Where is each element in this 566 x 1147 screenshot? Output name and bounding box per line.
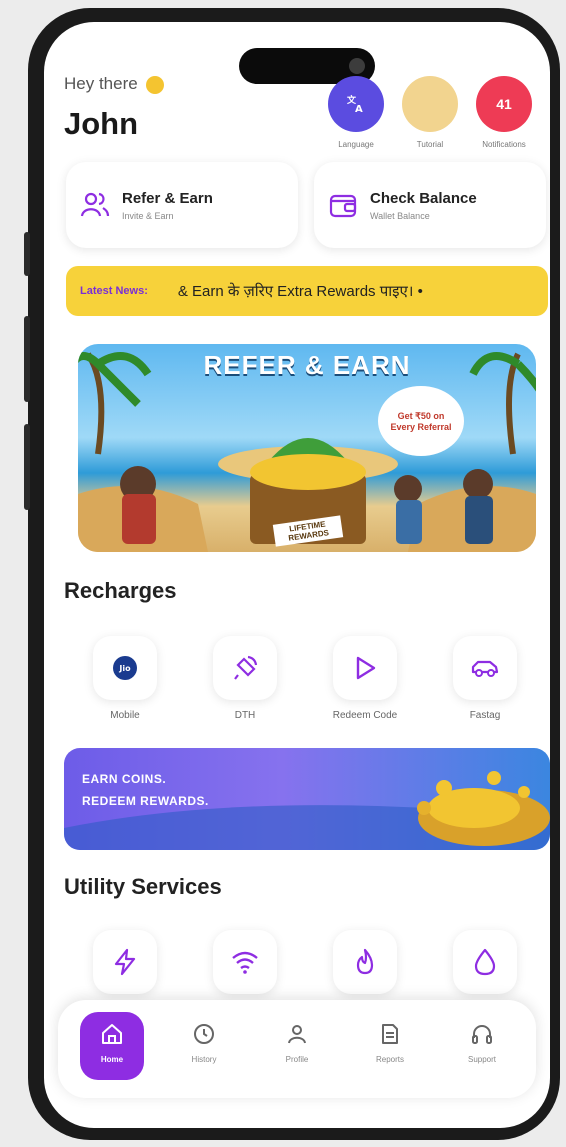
utility-broadband[interactable] (200, 930, 290, 994)
user-name: John (64, 106, 139, 141)
translate-icon: 文A (328, 76, 384, 132)
nav-history-label: History (191, 1055, 217, 1064)
bolt-icon (114, 948, 136, 976)
news-text: & Earn के ज़रिए Extra Rewards पाइए। • (177, 283, 423, 300)
utility-electricity[interactable] (80, 930, 170, 994)
wifi-icon (232, 951, 258, 974)
jio-icon: Jio (113, 656, 137, 680)
earn-coins-banner[interactable]: EARN COINS. REDEEM REWARDS. (64, 748, 550, 850)
users-icon (80, 192, 110, 217)
refer-earn-card[interactable]: Refer & Earn Invite & Earn (66, 162, 298, 248)
notifications-button[interactable]: 41 Notifications (474, 76, 534, 149)
volume-down-button (24, 424, 30, 510)
check-balance-subtitle: Wallet Balance (370, 210, 430, 221)
news-ticker[interactable]: Latest News: & Earn के ज़रिए Extra Rewar… (66, 266, 548, 316)
camera-icon (349, 58, 365, 74)
service-mobile[interactable]: Jio Mobile (80, 636, 170, 721)
nav-reports[interactable]: Reports (358, 1012, 422, 1080)
tutorial-label: Tutorial (416, 140, 444, 149)
coins-line2: REDEEM REWARDS. (82, 794, 209, 808)
satellite-icon (234, 655, 258, 680)
service-fastag-label: Fastag (469, 710, 501, 721)
tutorial-button[interactable]: Tutorial (400, 76, 460, 149)
nav-support-label: Support (467, 1055, 497, 1064)
check-balance-title: Check Balance (370, 189, 477, 207)
refer-earn-title: Refer & Earn (122, 189, 213, 207)
action-button (24, 232, 30, 276)
banner-bubble: Get ₹50 on Every Referral (378, 386, 464, 456)
nav-profile-label: Profile (285, 1055, 309, 1064)
user-icon (288, 1025, 306, 1044)
nav-reports-label: Reports (375, 1055, 404, 1064)
flame-icon (356, 948, 374, 975)
nav-home-label: Home (100, 1055, 124, 1064)
check-balance-card[interactable]: Check Balance Wallet Balance (314, 162, 546, 248)
utility-water[interactable] (440, 930, 530, 994)
wallet-icon (329, 194, 357, 218)
service-redeem-label: Redeem Code (332, 710, 398, 721)
banner-title: REFER & EARN (203, 350, 411, 380)
nav-home[interactable]: Home (80, 1012, 144, 1080)
news-label: Latest News: (80, 285, 148, 297)
nav-history[interactable]: History (172, 1012, 236, 1080)
utility-title: Utility Services (64, 874, 222, 899)
service-mobile-label: Mobile (110, 710, 140, 721)
greeting: Hey there (64, 74, 165, 94)
service-fastag[interactable]: Fastag (440, 636, 530, 721)
volume-up-button (24, 316, 30, 402)
svg-text:A: A (355, 104, 363, 115)
notification-count: 41 (476, 76, 532, 132)
notifications-label: Notifications (482, 140, 526, 149)
language-label: Language (338, 140, 374, 149)
refer-earn-subtitle: Invite & Earn (122, 210, 174, 221)
drop-icon (474, 948, 496, 976)
service-dth-label: DTH (234, 710, 256, 721)
headphones-icon (472, 1025, 492, 1044)
nav-profile[interactable]: Profile (265, 1012, 329, 1080)
bottom-nav: Home History Profile Reports Support (58, 1000, 536, 1098)
utility-gas[interactable] (320, 930, 410, 994)
refer-earn-banner[interactable]: REFER & EARN Get ₹50 on Every Referral L… (78, 344, 536, 552)
language-button[interactable]: 文A Language (326, 76, 386, 149)
tutorial-icon (402, 76, 458, 132)
car-icon (471, 660, 499, 677)
wave-icon (146, 75, 165, 94)
clock-icon (194, 1024, 214, 1044)
home-icon (102, 1024, 122, 1044)
coins-line1: EARN COINS. (82, 772, 167, 786)
document-icon (382, 1024, 398, 1044)
nav-support[interactable]: Support (450, 1012, 514, 1080)
svg-text:Jio: Jio (118, 664, 131, 673)
service-redeem-code[interactable]: Redeem Code (320, 636, 410, 721)
recharges-title: Recharges (64, 578, 177, 603)
play-icon (356, 656, 376, 680)
service-dth[interactable]: DTH (200, 636, 290, 721)
app-screen: Hey there John 文A Language Tutorial 41 N… (44, 22, 550, 1128)
